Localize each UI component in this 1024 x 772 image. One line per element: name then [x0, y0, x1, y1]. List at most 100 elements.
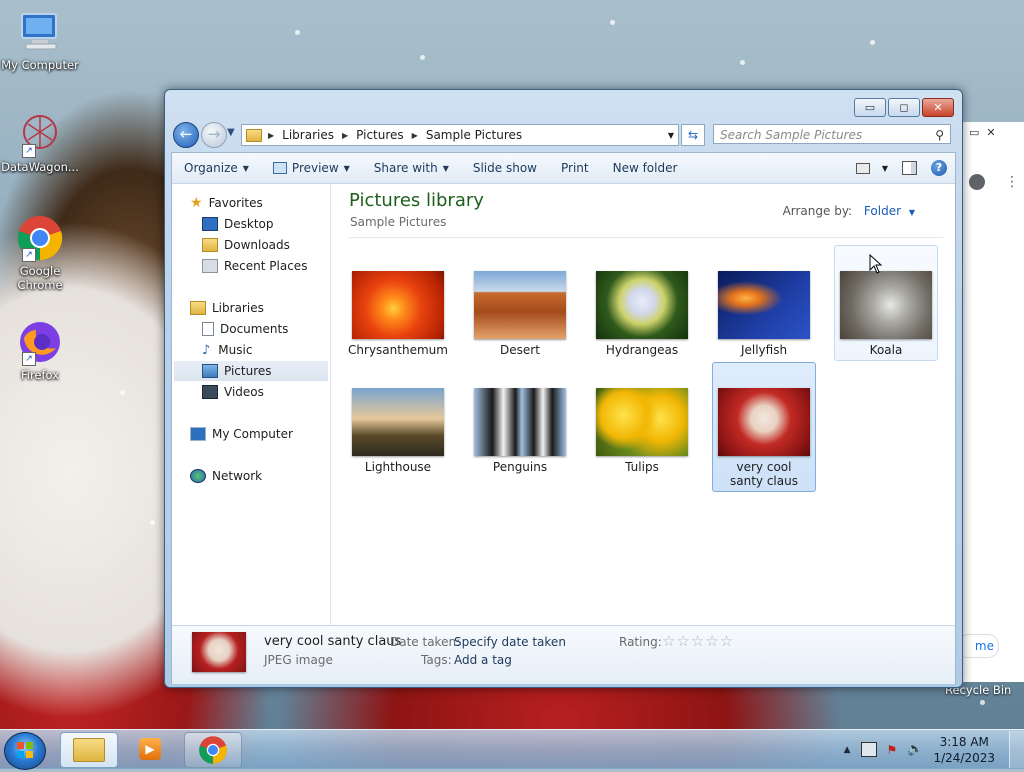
date-taken-field[interactable]: Specify date taken: [454, 635, 566, 649]
file-item[interactable]: Chrysanthemum: [346, 245, 450, 361]
file-item[interactable]: Hydrangeas: [590, 245, 694, 361]
sidebar-item-favorites[interactable]: ★ Favorites: [190, 193, 346, 213]
preview-button[interactable]: Preview ▼: [261, 153, 362, 183]
details-file-name: very cool santy claus: [264, 634, 402, 649]
library-title: Pictures library: [349, 190, 484, 211]
profile-icon[interactable]: [969, 174, 985, 190]
sidebar-item-pictures[interactable]: Pictures: [174, 361, 328, 381]
breadcrumb-separator[interactable]: ▶: [268, 131, 274, 140]
videos-icon: [202, 385, 218, 399]
help-icon[interactable]: ?: [931, 160, 947, 176]
new-folder-button[interactable]: New folder: [601, 153, 690, 183]
network-tray-icon[interactable]: [860, 742, 877, 757]
print-button[interactable]: Print: [549, 153, 601, 183]
tags-field[interactable]: Add a tag: [454, 653, 512, 667]
taskbar-explorer-button[interactable]: [60, 732, 118, 768]
rating-label: Rating:: [619, 635, 662, 649]
sidebar-item-label: Music: [218, 343, 253, 357]
file-item-selected[interactable]: very cool santy claus: [712, 362, 816, 492]
datawagon-icon: ↗: [16, 110, 64, 158]
sidebar-item-network[interactable]: Network: [190, 466, 346, 486]
breadcrumb-separator[interactable]: ▶: [412, 131, 418, 140]
change-view-button[interactable]: ▼: [855, 162, 888, 174]
windows-logo-icon: [17, 742, 33, 758]
desktop-icon-chrome[interactable]: ↗ Google Chrome: [0, 214, 80, 292]
sidebar-item-label: Favorites: [208, 196, 263, 210]
address-bar[interactable]: ▶ Libraries ▶ Pictures ▶ Sample Pictures…: [241, 124, 679, 146]
file-view: Pictures library Sample Pictures Arrange…: [331, 184, 955, 625]
maximize-button[interactable]: ◻: [888, 98, 920, 117]
slide-show-button[interactable]: Slide show: [461, 153, 549, 183]
sidebar-item-label: Recent Places: [224, 259, 308, 273]
file-name: Koala: [869, 343, 903, 357]
refresh-button[interactable]: ⇆: [681, 124, 705, 146]
chevron-down-icon[interactable]: ▼: [909, 208, 915, 217]
thumbnail-desert: [474, 271, 566, 339]
taskbar-chrome-button[interactable]: [184, 732, 242, 768]
browser-window-controls[interactable]: ▭ ✕: [969, 126, 996, 139]
file-name: Penguins: [492, 460, 548, 474]
volume-icon[interactable]: 🔈: [907, 742, 923, 757]
start-button[interactable]: [4, 732, 46, 770]
desktop-icon-my-computer[interactable]: My Computer: [0, 8, 80, 72]
address-dropdown-icon[interactable]: ▼: [668, 131, 674, 140]
sidebar-item-libraries[interactable]: Libraries: [190, 298, 346, 318]
file-item[interactable]: Lighthouse: [346, 362, 450, 478]
desktop-icon-label: Firefox: [20, 368, 60, 382]
snowflake: [295, 30, 300, 35]
documents-icon: [202, 322, 214, 336]
command-bar: Organize ▼ Preview ▼ Share with ▼ Slide sho…: [172, 153, 955, 184]
sidebar-item-my-computer[interactable]: My Computer: [190, 424, 346, 444]
breadcrumb-separator[interactable]: ▶: [342, 131, 348, 140]
breadcrumb-sample-pictures[interactable]: Sample Pictures: [426, 128, 522, 142]
partial-button[interactable]: me: [957, 634, 999, 658]
browser-menu-icon[interactable]: ⋮: [1005, 174, 1019, 190]
arrow-left-icon: ←: [179, 125, 193, 143]
file-item[interactable]: Penguins: [468, 362, 572, 478]
search-placeholder: Search Sample Pictures: [720, 128, 863, 142]
recent-pages-button[interactable]: ▼: [227, 127, 235, 138]
back-button[interactable]: ←: [173, 122, 199, 148]
explorer-icon: [73, 738, 105, 762]
desktop-icon-firefox[interactable]: ↗ Firefox: [0, 318, 80, 382]
rating-stars[interactable]: ☆☆☆☆☆: [662, 632, 734, 650]
arrange-dropdown[interactable]: Folder: [864, 204, 901, 218]
close-button[interactable]: ✕: [922, 98, 954, 117]
breadcrumb-libraries[interactable]: Libraries: [282, 128, 334, 142]
organize-button[interactable]: Organize ▼: [172, 153, 261, 183]
snowflake: [150, 520, 155, 525]
action-center-icon[interactable]: ⚑: [887, 743, 898, 757]
file-item[interactable]: Desert: [468, 245, 572, 361]
preview-pane-button[interactable]: [902, 161, 917, 175]
library-subtitle: Sample Pictures: [350, 215, 447, 229]
clock[interactable]: 3:18 AM 1/24/2023: [933, 734, 995, 766]
show-desktop-button[interactable]: [1009, 731, 1024, 768]
search-icon[interactable]: ⚲: [935, 125, 944, 145]
taskbar-media-player-button[interactable]: ▶: [122, 732, 178, 766]
file-item[interactable]: Tulips: [590, 362, 694, 478]
thumbnail-koala: [840, 271, 932, 339]
share-with-button[interactable]: Share with ▼: [362, 153, 461, 183]
shortcut-arrow-icon: ↗: [22, 248, 36, 262]
file-name: Tulips: [625, 460, 659, 474]
explorer-window[interactable]: ▭ ◻ ✕ ← → ▼ ▶ Libraries ▶ Pictures ▶ Sam…: [164, 89, 963, 688]
arrow-right-icon: →: [207, 125, 221, 143]
file-item[interactable]: Koala: [834, 245, 938, 361]
background-browser-window[interactable]: ▭ ✕ ⋮ me: [957, 122, 1024, 682]
thumbnail-hydrangeas: [596, 271, 688, 339]
forward-button[interactable]: →: [201, 122, 227, 148]
thumbnail-lighthouse: [352, 388, 444, 456]
navigation-pane: ★ Favorites Desktop Downloads Recent Plac…: [172, 184, 331, 625]
desktop-icon-datawagon[interactable]: ↗ DataWagon...: [0, 110, 80, 174]
file-name: very cool santy claus: [730, 460, 798, 488]
breadcrumb-pictures[interactable]: Pictures: [356, 128, 404, 142]
shortcut-arrow-icon: ↗: [22, 144, 36, 158]
file-name: Chrysanthemum: [348, 343, 448, 357]
file-item[interactable]: Jellyfish: [712, 245, 816, 361]
snowflake: [740, 60, 745, 65]
minimize-button[interactable]: ▭: [854, 98, 886, 117]
details-thumbnail: [192, 632, 246, 672]
sidebar-item-label: Desktop: [224, 217, 274, 231]
search-input[interactable]: Search Sample Pictures ⚲: [713, 124, 951, 144]
show-hidden-icons-button[interactable]: ▲: [844, 745, 851, 755]
